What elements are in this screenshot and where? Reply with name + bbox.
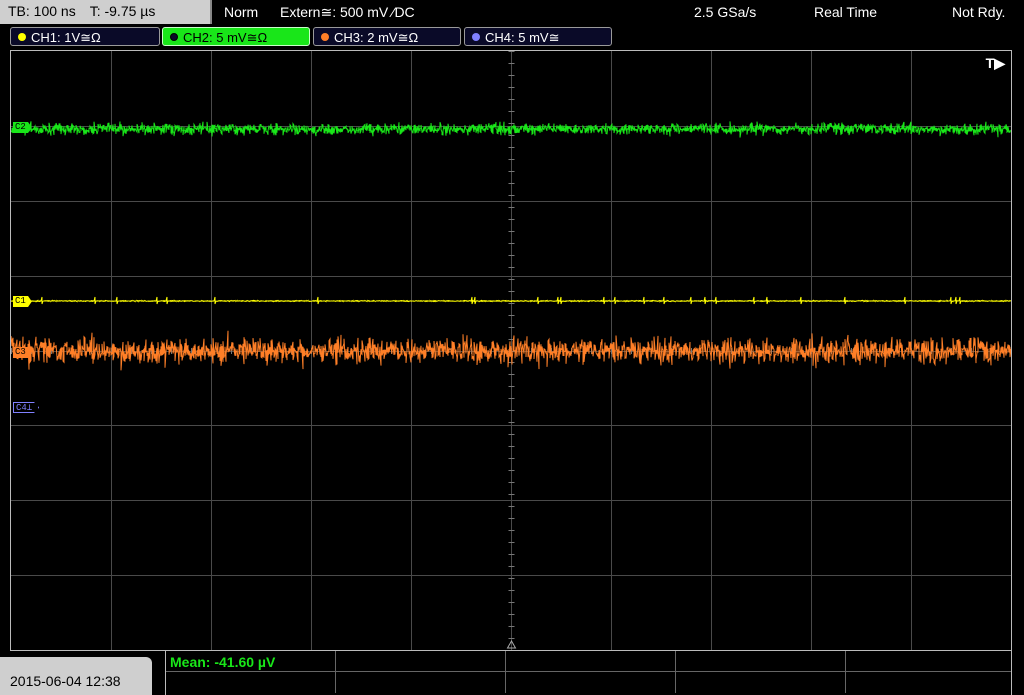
measurement-cell[interactable] [846,651,1011,672]
channel-2-dot-icon [170,33,178,41]
trigger-position-marker: T▶ [985,55,1005,71]
trigger-source[interactable]: Extern≅: 500 mV ⁄DC [280,4,415,21]
measurement-cell[interactable] [676,651,846,672]
timebase-label: TB: 100 ns [8,3,76,19]
channel-2-tab[interactable]: CH2: 5 mV≅Ω [162,27,310,46]
mean-measurement: Mean: -41.60 µV [170,654,276,670]
status-bar: TB: 100 ns T: -9.75 µs Norm Extern≅: 500 … [0,0,1024,25]
run-status: Not Rdy. [952,4,1006,20]
waveform-display[interactable]: T▶ C2 C1 C3 C4⊥ [10,50,1012,651]
waveform-canvas [11,51,1011,650]
measurement-cell[interactable] [336,651,506,672]
channel-2-label: CH2: 5 mV≅Ω [183,30,268,45]
trigger-time-label: T: -9.75 µs [89,3,156,19]
channel-3-tab[interactable]: CH3: 2 mV≅Ω [313,27,461,46]
channel-3-dot-icon [321,33,329,41]
timebase-panel[interactable]: TB: 100 ns T: -9.75 µs [0,0,212,24]
measurement-cell[interactable] [846,672,1011,693]
acquisition-mode: Real Time [814,4,878,20]
channel-1-dot-icon [18,33,26,41]
channel-tabs: CH1: 1V≅Ω CH2: 5 mV≅Ω CH3: 2 mV≅Ω CH4: 5… [0,26,1024,48]
channel-4-offset-marker[interactable]: C4⊥ [13,402,40,413]
measurement-cell[interactable] [166,672,336,693]
channel-1-offset-marker[interactable]: C1 [13,296,32,307]
measurement-cell[interactable] [676,672,846,693]
sample-rate: 2.5 GSa/s [694,4,757,20]
measurement-cell[interactable] [506,672,676,693]
measurement-cell[interactable] [506,651,676,672]
measurement-grid [166,651,1011,695]
channel-3-label: CH3: 2 mV≅Ω [334,30,419,45]
channel-3-offset-marker[interactable]: C3 [13,347,32,358]
measurement-cell[interactable] [336,672,506,693]
measurement-panel: Mean: -41.60 µV [165,651,1012,695]
channel-4-label: CH4: 5 mV≅ [485,30,560,45]
channel-4-dot-icon [472,33,480,41]
date-time: 2015-06-04 12:38 [0,657,152,695]
channel-4-tab[interactable]: CH4: 5 mV≅ [464,27,612,46]
channel-1-label: CH1: 1V≅Ω [31,30,101,45]
channel-1-tab[interactable]: CH1: 1V≅Ω [10,27,160,46]
channel-2-offset-marker[interactable]: C2 [13,122,32,133]
trigger-mode[interactable]: Norm [224,4,258,20]
